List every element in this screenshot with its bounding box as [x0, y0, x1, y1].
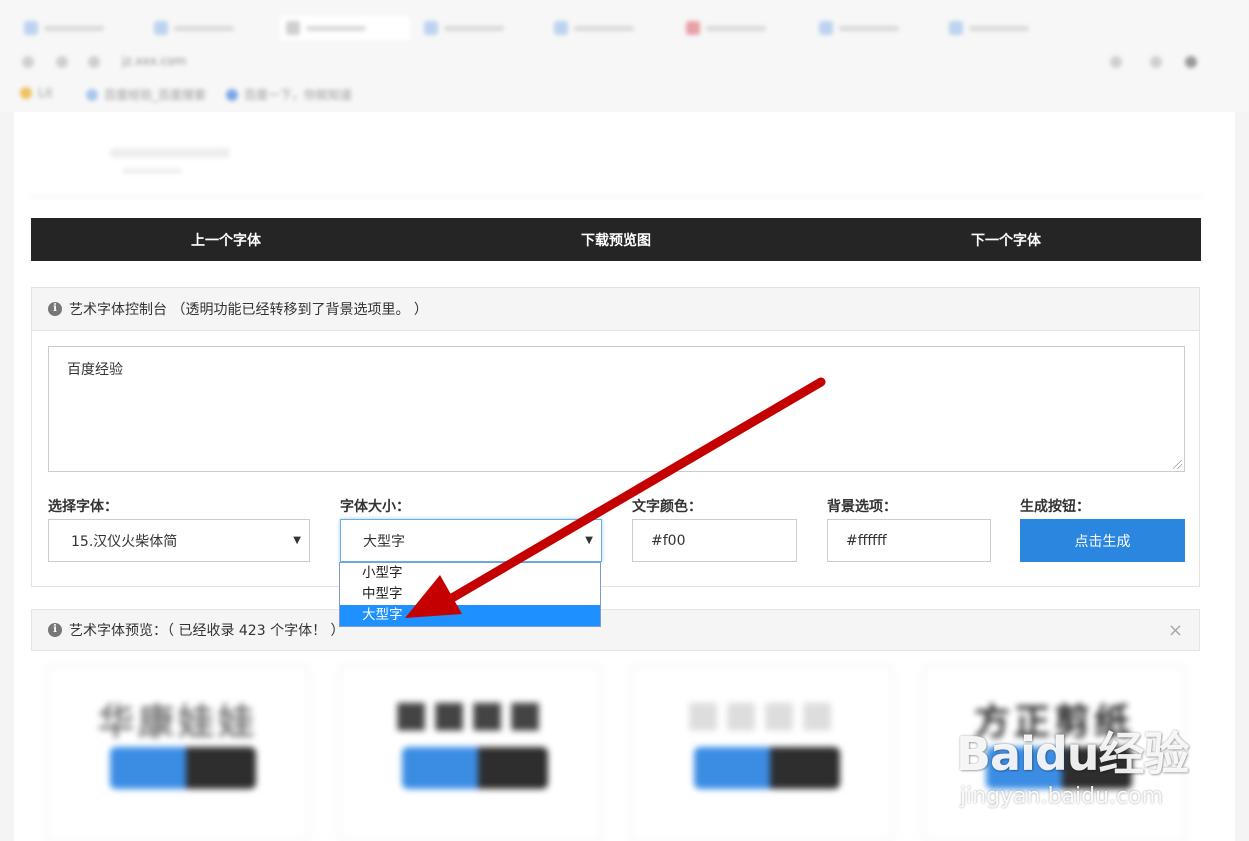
- browser-tab[interactable]: [548, 16, 678, 40]
- console-title: 艺术字体控制台 （透明功能已经转移到了背景选项里。 ）: [69, 302, 428, 318]
- browser-tab[interactable]: [418, 16, 538, 40]
- size-label: 字体大小：: [340, 499, 410, 515]
- bg-input[interactable]: #ffffff: [827, 519, 991, 562]
- browser-tab-active[interactable]: [280, 16, 410, 40]
- dropdown-arrow-icon: ▼: [293, 535, 301, 546]
- info-icon: i: [48, 302, 62, 316]
- tab-icon: [686, 21, 700, 35]
- prev-font-button[interactable]: 上一个字体: [31, 218, 421, 261]
- font-label: 选择字体：: [48, 499, 118, 515]
- bg-label: 背景选项：: [827, 499, 897, 515]
- back-icon[interactable]: [22, 56, 34, 68]
- card-secondary-button[interactable]: [186, 747, 256, 789]
- size-option-small[interactable]: 小型字: [340, 563, 600, 584]
- bookmark-item[interactable]: 百度经验_百度搜索: [86, 86, 206, 103]
- tab-icon: [949, 21, 963, 35]
- browser-tab[interactable]: [18, 16, 138, 40]
- font-preview-card[interactable]: 华康娃娃: [47, 666, 309, 841]
- font-select[interactable]: 15.汉仪火柴体简 ▼: [48, 519, 310, 562]
- font-sample: ■■■■: [685, 693, 839, 735]
- size-option-large[interactable]: 大型字: [340, 605, 600, 626]
- forward-icon[interactable]: [56, 56, 68, 68]
- site-header: [30, 120, 1201, 197]
- paw-icon: [226, 89, 238, 101]
- font-navbar: 上一个字体 下载预览图 下一个字体: [31, 218, 1201, 261]
- art-font-console: i 艺术字体控制台 （透明功能已经转移到了背景选项里。 ） 百度经验 选择字体：…: [31, 287, 1200, 587]
- preview-title: 艺术字体预览：（ 已经收录 423 个字体！ ）: [69, 623, 345, 639]
- preview-header: i 艺术字体预览：（ 已经收录 423 个字体！ ） ×: [31, 609, 1200, 651]
- tab-icon: [24, 21, 38, 35]
- text-input-value: 百度经验: [67, 362, 123, 378]
- browser-tab[interactable]: [148, 16, 268, 40]
- size-dropdown-list: 小型字 中型字 大型字: [339, 562, 601, 627]
- color-input-value: #f00: [651, 532, 686, 549]
- close-icon[interactable]: ×: [1168, 620, 1183, 641]
- size-option-medium[interactable]: 中型字: [340, 584, 600, 605]
- resize-handle-icon[interactable]: [1173, 460, 1182, 469]
- browser-tabs: [18, 12, 1228, 42]
- generate-button[interactable]: 点击生成: [1020, 519, 1185, 562]
- browser-tab[interactable]: [943, 16, 1073, 40]
- tab-icon: [154, 21, 168, 35]
- baidu-watermark: Baidu经验 jingyan.baidu.com: [956, 718, 1196, 818]
- font-sample: 华康娃娃: [97, 701, 258, 743]
- font-sample: ■■■■: [393, 693, 547, 735]
- text-input[interactable]: 百度经验: [48, 346, 1185, 472]
- size-select-value: 大型字: [363, 533, 405, 550]
- address-row: jz.xxx.com: [0, 44, 1249, 78]
- color-input[interactable]: #f00: [632, 519, 797, 562]
- generate-label: 生成按钮：: [1020, 499, 1090, 515]
- card-primary-button[interactable]: [402, 747, 478, 789]
- browser-tab[interactable]: [813, 16, 943, 40]
- console-header: i 艺术字体控制台 （透明功能已经转移到了背景选项里。 ）: [32, 288, 1199, 331]
- font-select-value: 15.汉仪火柴体简: [71, 533, 178, 550]
- card-secondary-button[interactable]: [770, 747, 840, 789]
- card-primary-button[interactable]: [694, 747, 770, 789]
- font-preview-card[interactable]: ■■■■: [339, 666, 601, 841]
- bookmark-item[interactable]: 百度一下，你就知道: [226, 86, 352, 103]
- tab-icon: [286, 21, 300, 35]
- tab-icon: [554, 21, 568, 35]
- dropdown-arrow-icon: ▼: [585, 535, 593, 546]
- bg-input-value: #ffffff: [846, 532, 887, 549]
- refresh-icon[interactable]: [88, 56, 100, 68]
- download-preview-button[interactable]: 下载预览图: [421, 218, 811, 261]
- menu-icon[interactable]: [1185, 56, 1197, 68]
- browser-tab[interactable]: [680, 16, 810, 40]
- color-label: 文字颜色：: [632, 499, 702, 515]
- extensions-icon[interactable]: [1150, 56, 1162, 68]
- size-select[interactable]: 大型字 ▼: [340, 519, 602, 562]
- font-preview-card[interactable]: ■■■■: [631, 666, 893, 841]
- address-bar[interactable]: jz.xxx.com: [122, 54, 186, 68]
- bookmark-icon: [86, 89, 98, 101]
- tab-icon: [819, 21, 833, 35]
- info-icon: i: [48, 623, 62, 637]
- bookmark-item[interactable]: Lit: [20, 86, 53, 100]
- next-font-button[interactable]: 下一个字体: [811, 218, 1201, 261]
- star-icon[interactable]: [1110, 56, 1122, 68]
- card-primary-button[interactable]: [110, 747, 186, 789]
- card-secondary-button[interactable]: [478, 747, 548, 789]
- watermark-url: jingyan.baidu.com: [960, 784, 1164, 809]
- bookmark-icon: [20, 87, 32, 99]
- bookmarks-bar: Lit 百度经验_百度搜索 百度一下，你就知道: [0, 82, 1249, 106]
- tab-icon: [424, 21, 438, 35]
- browser-chrome: jz.xxx.com Lit 百度经验_百度搜索 百度一下，你就知道: [0, 0, 1249, 112]
- baidu-logo: Baidu经验: [956, 727, 1190, 781]
